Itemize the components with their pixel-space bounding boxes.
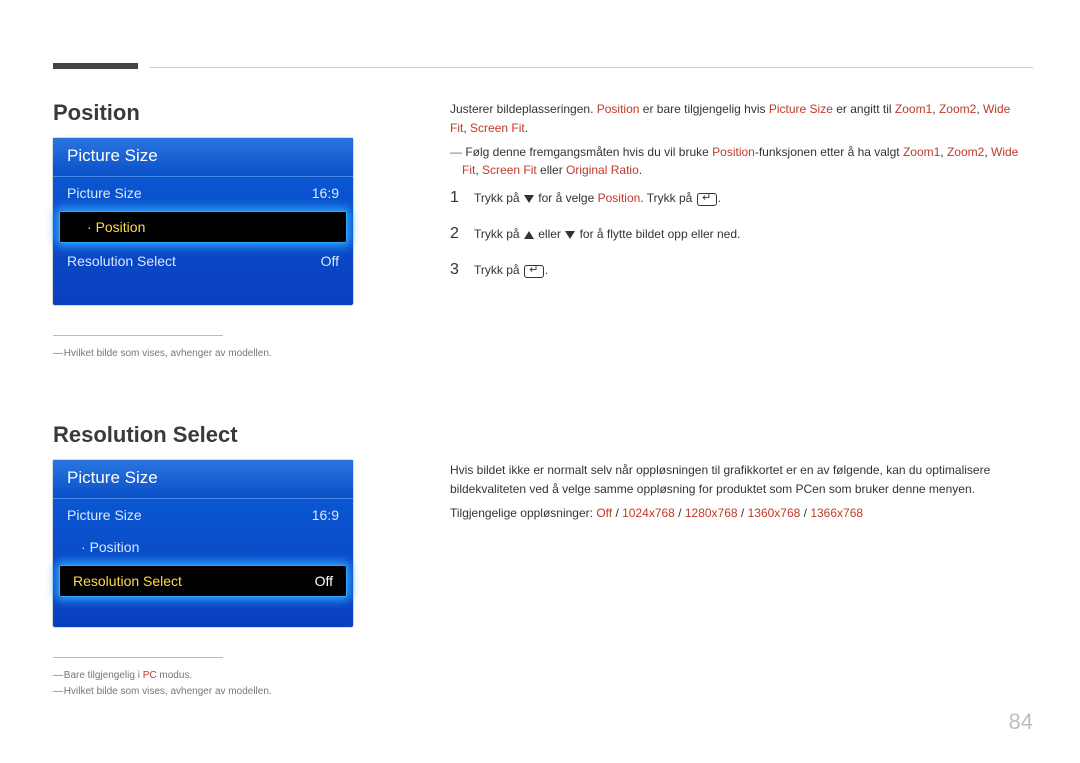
- footnote-rule: [53, 335, 223, 336]
- down-arrow-icon: [524, 195, 534, 203]
- footnote-text: Bare tilgjengelig i PC modus.: [53, 668, 373, 684]
- menu-item-position[interactable]: Position: [53, 531, 353, 563]
- menu-card-1: Picture Size Picture Size 16:9 Position …: [53, 138, 353, 305]
- menu-item-label: Position: [73, 219, 145, 235]
- step-number: 3: [450, 261, 474, 279]
- menu-item-value: Off: [315, 573, 333, 589]
- menu-item-value: Off: [321, 253, 339, 269]
- menu-item-label: Resolution Select: [67, 253, 176, 269]
- up-arrow-icon: [524, 231, 534, 239]
- enter-icon: [697, 193, 717, 206]
- menu-header: Picture Size: [53, 138, 353, 177]
- description-resolution-select: Hvis bildet ikke er normalt selv når opp…: [450, 461, 1030, 523]
- menu-item-resolution-select[interactable]: Resolution Select Off: [59, 565, 347, 597]
- resolution-paragraph: Hvis bildet ikke er normalt selv når opp…: [450, 461, 1030, 498]
- chapter-tab: [53, 63, 138, 69]
- menu-item-position[interactable]: Position: [59, 211, 347, 243]
- menu-card-2: Picture Size Picture Size 16:9 Position …: [53, 460, 353, 627]
- down-arrow-icon: [565, 231, 575, 239]
- page-number: 84: [1009, 709, 1033, 735]
- step-number: 2: [450, 225, 474, 243]
- step-3: 3 Trykk på .: [450, 261, 1030, 279]
- available-resolutions: Tilgjengelige oppløsninger: Off / 1024x7…: [450, 504, 1030, 523]
- enter-icon: [524, 265, 544, 278]
- note-paragraph: Følg denne fremgangsmåten hvis du vil br…: [450, 143, 1030, 179]
- menu-header: Picture Size: [53, 460, 353, 499]
- menu-item-resolution-select[interactable]: Resolution Select Off: [53, 245, 353, 277]
- section-title-position: Position: [53, 100, 373, 126]
- step-1: 1 Trykk på for å velge Position. Trykk p…: [450, 189, 1030, 207]
- steps-list: 1 Trykk på for å velge Position. Trykk p…: [450, 189, 1030, 279]
- menu-item-label: Picture Size: [67, 507, 142, 523]
- step-2: 2 Trykk på eller for å flytte bildet opp…: [450, 225, 1030, 243]
- section-resolution-select: Resolution Select Picture Size Picture S…: [53, 422, 373, 700]
- section-title-resolution: Resolution Select: [53, 422, 373, 448]
- menu-item-picture-size[interactable]: Picture Size 16:9: [53, 177, 353, 209]
- menu-item-value: 16:9: [312, 185, 339, 201]
- footnote-rule: [53, 657, 223, 658]
- menu-item-label: Picture Size: [67, 185, 142, 201]
- footnote-text: Hvilket bilde som vises, avhenger av mod…: [53, 684, 373, 700]
- step-number: 1: [450, 189, 474, 207]
- menu-item-label: Resolution Select: [73, 573, 182, 589]
- intro-paragraph: Justerer bildeplasseringen. Position er …: [450, 100, 1030, 137]
- description-position: Justerer bildeplasseringen. Position er …: [450, 100, 1030, 279]
- menu-item-value: 16:9: [312, 507, 339, 523]
- header-rule: [150, 67, 1033, 68]
- menu-item-label: Position: [67, 539, 139, 555]
- menu-item-picture-size[interactable]: Picture Size 16:9: [53, 499, 353, 531]
- section-position: Position Picture Size Picture Size 16:9 …: [53, 100, 373, 362]
- footnote-text: Hvilket bilde som vises, avhenger av mod…: [53, 346, 373, 362]
